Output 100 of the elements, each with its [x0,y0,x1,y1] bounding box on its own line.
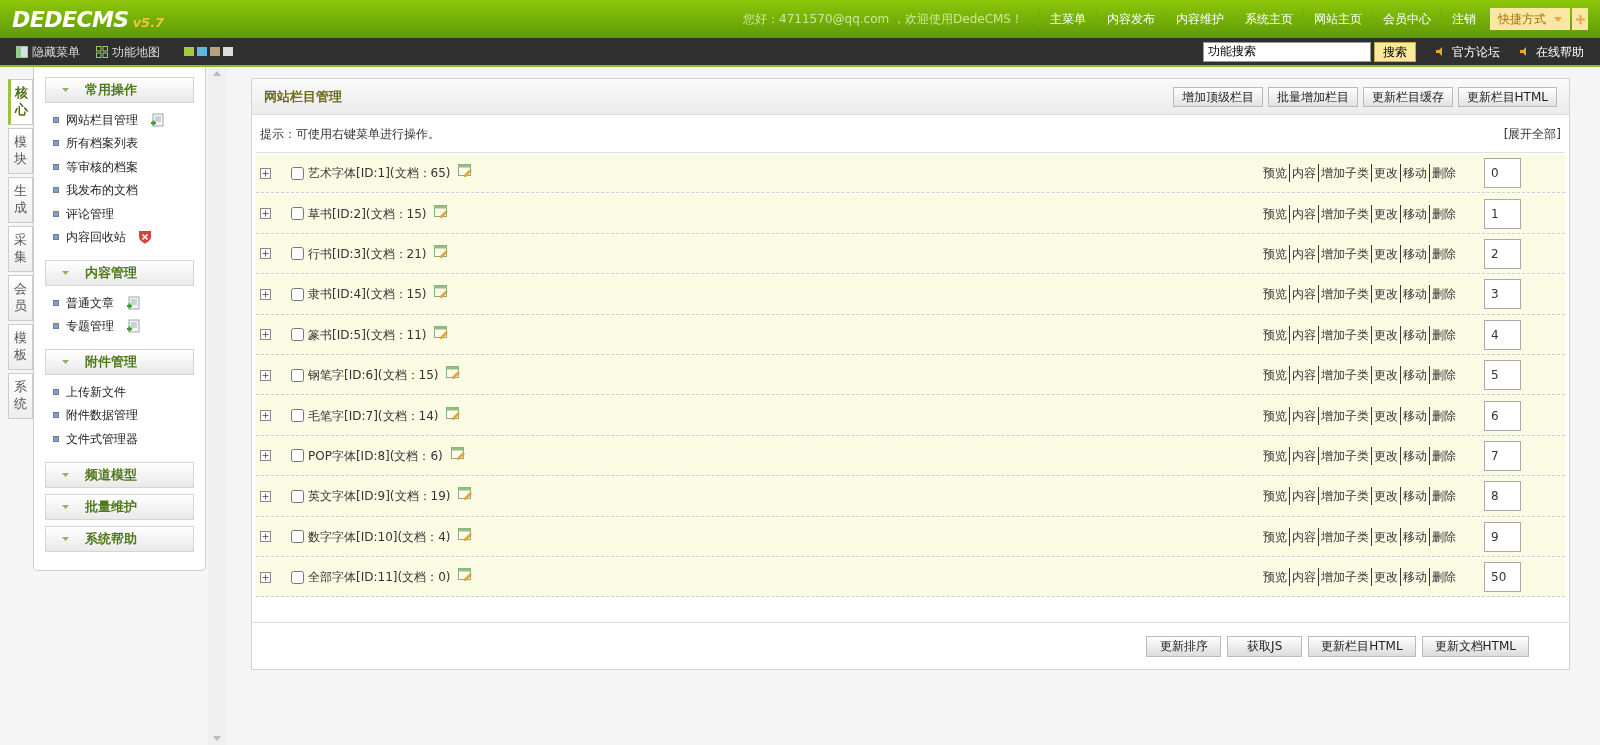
row-action-link[interactable]: 删除 [1429,285,1458,304]
category-name[interactable]: 钢笔字[ID:6](文档：15) [308,366,439,385]
edit-icon[interactable] [458,527,474,542]
row-checkbox[interactable] [291,530,304,544]
row-action-link[interactable]: 移动 [1400,244,1429,263]
sort-order-field[interactable]: 1 [1484,198,1521,229]
row-action-link[interactable]: 移动 [1400,204,1429,223]
toolbar-link[interactable]: 隐藏菜单 [16,42,80,61]
menu-item[interactable]: 普通文章 [66,293,114,312]
row-action-link[interactable]: 预览 [1261,244,1289,263]
edit-icon[interactable] [458,568,474,583]
menu-item[interactable]: 专题管理 [66,317,114,336]
footer-button[interactable]: 获取JS [1227,635,1303,657]
row-action-link[interactable]: 删除 [1429,487,1458,506]
row-action-link[interactable]: 增加子类 [1318,527,1371,546]
row-action-link[interactable]: 更改 [1371,164,1400,183]
menu-item[interactable]: 网站栏目管理 [66,110,138,129]
header-link[interactable]: 在线帮助 [1520,42,1584,61]
row-action-link[interactable]: 更改 [1371,446,1400,465]
row-action-link[interactable]: 删除 [1429,446,1458,465]
edit-icon[interactable] [450,446,466,461]
edit-icon[interactable] [434,325,450,340]
row-action-link[interactable]: 预览 [1261,487,1289,506]
row-action-link[interactable]: 删除 [1429,406,1458,425]
side-tab[interactable]: 系统 [8,373,33,419]
row-action-link[interactable]: 更改 [1371,527,1400,546]
category-name[interactable]: 草书[ID:2](文档：15) [308,204,427,223]
row-action-link[interactable]: 内容 [1289,527,1318,546]
row-action-link[interactable]: 预览 [1261,204,1289,223]
expand-icon[interactable] [260,490,271,502]
row-action-link[interactable]: 增加子类 [1318,285,1371,304]
row-action-link[interactable]: 内容 [1289,366,1318,385]
row-action-link[interactable]: 预览 [1261,527,1289,546]
expand-icon[interactable] [260,248,271,260]
row-checkbox[interactable] [291,166,304,180]
expand-icon[interactable] [260,288,271,300]
row-action-link[interactable]: 内容 [1289,406,1318,425]
sort-order-field[interactable]: 6 [1484,400,1521,431]
footer-button[interactable]: 更新栏目HTML [1308,635,1416,657]
header-link[interactable]: 官方论坛 [1436,42,1500,61]
row-action-link[interactable]: 移动 [1400,487,1429,506]
menu-section-header[interactable]: 常用操作 [45,77,194,103]
menu-item[interactable]: 文件式管理器 [66,429,138,448]
document-plus-icon[interactable] [126,295,140,310]
row-checkbox[interactable] [291,287,304,301]
sort-order-field[interactable]: 7 [1484,440,1521,471]
row-action-link[interactable]: 内容 [1289,285,1318,304]
sort-order-field[interactable]: 8 [1484,481,1521,512]
menu-item[interactable]: 等审核的档案 [66,157,138,176]
row-action-link[interactable]: 更改 [1371,285,1400,304]
sort-order-field[interactable]: 0 [1484,158,1521,189]
expand-icon[interactable] [260,450,271,462]
shortcut-button[interactable]: 快捷方式 [1490,8,1570,30]
row-action-link[interactable]: 更改 [1371,568,1400,587]
row-action-link[interactable]: 内容 [1289,568,1318,587]
menu-section-header[interactable]: 附件管理 [45,349,194,375]
edit-icon[interactable] [458,164,474,179]
row-action-link[interactable]: 增加子类 [1318,446,1371,465]
row-checkbox[interactable] [291,328,304,342]
document-plus-icon[interactable] [126,319,140,334]
row-action-link[interactable]: 内容 [1289,487,1318,506]
toolbar-button[interactable]: 更新栏目HTML [1457,86,1557,107]
menu-item[interactable]: 上传新文件 [66,382,126,401]
side-tab[interactable]: 模块 [8,128,33,174]
category-name[interactable]: 数字字体[ID:10](文档：4) [308,527,451,546]
row-action-link[interactable]: 移动 [1400,285,1429,304]
row-checkbox[interactable] [291,570,304,584]
row-action-link[interactable]: 删除 [1429,527,1458,546]
sort-order-field[interactable]: 5 [1484,360,1521,391]
row-action-link[interactable]: 内容 [1289,244,1318,263]
search-field[interactable]: 功能搜索 [1203,41,1371,62]
row-action-link[interactable]: 移动 [1400,366,1429,385]
row-action-link[interactable]: 预览 [1261,446,1289,465]
edit-icon[interactable] [458,487,474,502]
row-action-link[interactable]: 内容 [1289,325,1318,344]
edit-icon[interactable] [434,244,450,259]
edit-icon[interactable] [446,366,462,381]
row-action-link[interactable]: 移动 [1400,406,1429,425]
row-action-link[interactable]: 删除 [1429,366,1458,385]
edit-icon[interactable] [434,204,450,219]
row-action-link[interactable]: 删除 [1429,204,1458,223]
menu-section-header[interactable]: 内容管理 [45,260,194,286]
row-action-link[interactable]: 更改 [1371,244,1400,263]
expand-icon[interactable] [260,410,271,422]
side-tab[interactable]: 采集 [8,226,33,272]
menu-item[interactable]: 所有档案列表 [66,134,138,153]
expand-icon[interactable] [260,571,271,583]
toolbar-link[interactable]: 功能地图 [96,42,160,61]
category-name[interactable]: 篆书[ID:5](文档：11) [308,325,427,344]
row-action-link[interactable]: 增加子类 [1318,568,1371,587]
row-action-link[interactable]: 内容 [1289,204,1318,223]
row-action-link[interactable]: 删除 [1429,164,1458,183]
expand-icon[interactable] [260,167,271,179]
expand-icon[interactable] [260,369,271,381]
shield-cross-icon[interactable] [138,230,152,245]
row-action-link[interactable]: 移动 [1400,164,1429,183]
footer-button[interactable]: 更新文档HTML [1421,635,1529,657]
skin-swatch[interactable] [197,47,207,56]
row-action-link[interactable]: 增加子类 [1318,204,1371,223]
row-action-link[interactable]: 更改 [1371,487,1400,506]
